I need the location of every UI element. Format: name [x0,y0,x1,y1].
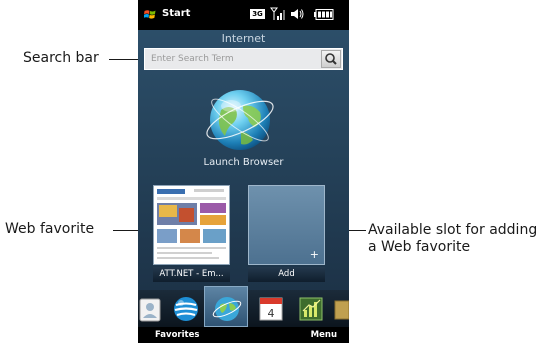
launch-browser-label: Launch Browser [203,157,284,168]
softkey-bar: Favorites Menu [138,327,349,343]
att-icon[interactable] [170,293,202,325]
search-input[interactable] [145,49,317,69]
webpage-preview-icon [154,186,229,264]
favorites-softkey[interactable]: Favorites [155,330,199,340]
panel-title: Internet [221,32,266,45]
signal-strength-icon [270,7,285,20]
launch-browser-button[interactable] [203,82,278,157]
web-favorite-slot[interactable]: ATT.NET - Em... [153,185,230,282]
callout-web-favorite-label: Web favorite [5,221,95,237]
add-favorite-caption: Add [248,267,325,282]
callout-available-slot-label-1: Available slot for adding [368,222,538,238]
annotated-screenshot: Search bar Web favorite Available slot f… [0,0,559,343]
search-bar [144,48,343,70]
calendar-day: 4 [268,307,275,320]
status-bar: Start 3G [138,0,349,30]
empty-slot-tile: + [248,185,325,265]
web-favorite-caption: ATT.NET - Em... [153,267,230,282]
callout-available-slot-label-2: a Web favorite [368,239,471,255]
available-favorite-slot[interactable]: + Add [248,185,325,282]
search-button[interactable] [321,50,341,68]
magnifier-icon [325,53,337,65]
callout-search-bar-label: Search bar [23,50,99,66]
music-icon[interactable] [331,293,349,325]
menu-softkey[interactable]: Menu [311,330,337,340]
globe-icon [206,90,274,150]
web-favorite-thumbnail [153,185,230,265]
tab-strip: 4 [138,286,349,327]
internet-globe-tab-icon[interactable] [211,293,243,325]
phone-screen: Start 3G Internet Enter Search Term Laun… [138,0,349,343]
network-3g-badge: 3G [250,9,265,19]
calendar-icon[interactable]: 4 [255,293,287,325]
contacts-icon[interactable] [138,293,164,325]
stocks-icon[interactable] [295,293,327,325]
start-label[interactable]: Start [162,8,190,19]
windows-flag-icon[interactable] [144,9,156,20]
plus-icon: + [309,248,319,261]
speaker-icon [291,9,304,19]
battery-icon [314,9,334,20]
internet-panel: Internet Enter Search Term Launch Browse… [138,30,349,290]
